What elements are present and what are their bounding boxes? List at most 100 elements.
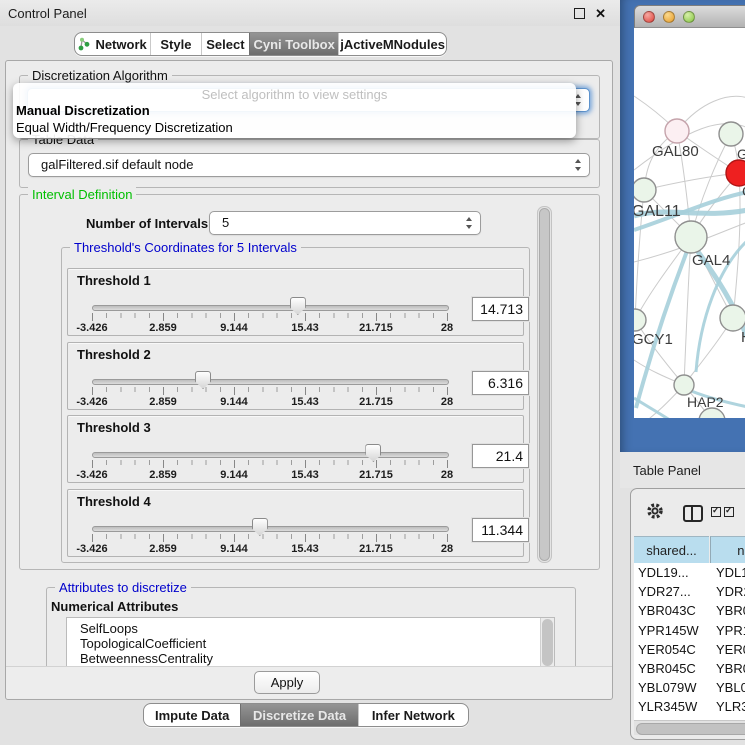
table-cell[interactable]: YPR1 <box>710 621 745 640</box>
table-data-combobox[interactable]: galFiltered.sif default node <box>28 153 590 177</box>
group-title: Threshold's Coordinates for 5 Intervals <box>70 240 301 255</box>
tab-style[interactable]: Style <box>150 33 200 55</box>
tab-cyni-toolbox[interactable]: Cyni Toolbox <box>249 33 338 55</box>
table-cell[interactable]: YPR145W <box>634 621 710 640</box>
dropdown-option-manual[interactable]: Manual Discretization <box>16 103 150 118</box>
combobox-value: galFiltered.sif default node <box>41 157 193 172</box>
network-edge[interactable] <box>644 173 739 190</box>
network-node-label: GAL11 <box>634 203 681 220</box>
table-cell[interactable]: YBR045C <box>634 659 710 678</box>
table-cell[interactable]: YBL0 <box>710 678 745 697</box>
threshold-value-field[interactable]: 14.713 <box>472 297 529 321</box>
horizontal-scrollbar[interactable] <box>634 720 745 735</box>
network-node[interactable] <box>720 305 745 331</box>
list-scrollbar[interactable] <box>540 618 554 667</box>
dropdown-option-equal-width[interactable]: Equal Width/Frequency Discretization <box>16 120 233 135</box>
scrollbar-thumb[interactable] <box>542 619 553 666</box>
network-node[interactable] <box>674 375 694 395</box>
gear-icon[interactable] <box>645 501 665 521</box>
close-icon[interactable]: ✕ <box>595 7 606 20</box>
bottom-tabbar: Impute Data Discretize Data Infer Networ… <box>143 703 469 727</box>
threshold-panel-3: Threshold 3 -3.4262.8599.14415.4321.7152… <box>67 415 524 483</box>
axis-tick <box>376 313 377 321</box>
table-cell[interactable]: YDR27... <box>634 582 710 601</box>
minimize-traffic-light[interactable] <box>663 11 675 23</box>
axis-label: -3.426 <box>76 469 107 481</box>
column-header-name[interactable]: name <box>710 536 745 564</box>
table-cell[interactable]: YDL19... <box>634 563 710 582</box>
table-cell[interactable]: YBR043C <box>634 601 710 620</box>
axis-label: 9.144 <box>220 469 248 481</box>
tab-label: Infer Network <box>372 708 455 723</box>
zoom-traffic-light[interactable] <box>683 11 695 23</box>
list-item[interactable]: SelfLoops <box>67 618 554 636</box>
slider-track[interactable] <box>92 526 449 532</box>
table-cell[interactable]: YLR3 <box>710 697 745 716</box>
table-cell[interactable]: YLR345W <box>634 697 710 716</box>
table-cell[interactable]: YDL1 <box>710 563 745 582</box>
checkbox-icon[interactable] <box>711 507 721 517</box>
interval-scrollbar[interactable] <box>537 206 552 563</box>
threshold-label: Threshold 4 <box>77 494 151 509</box>
tab-infer-network[interactable]: Infer Network <box>358 704 468 726</box>
table-cell[interactable]: YER054C <box>634 640 710 659</box>
slider-track[interactable] <box>92 305 449 311</box>
list-item[interactable]: TopologicalCoefficient <box>67 636 554 651</box>
network-canvas[interactable]: GAL80GALCGAL11GAL4GCY1HHAP2 <box>634 28 745 418</box>
network-node[interactable] <box>719 122 743 146</box>
checkbox-icon[interactable] <box>724 507 734 517</box>
table-cell[interactable]: YBL079W <box>634 678 710 697</box>
axis-tick <box>447 460 448 468</box>
network-node[interactable] <box>634 309 646 331</box>
float-window-icon[interactable] <box>574 8 585 19</box>
network-edge-highlighted[interactable] <box>634 398 676 418</box>
tab-label: jActiveMNodules <box>340 37 445 52</box>
number-of-intervals-combobox[interactable]: 5 <box>209 211 481 235</box>
scrollbar-thumb[interactable] <box>636 723 745 735</box>
column-header-shared[interactable]: shared... <box>634 536 709 564</box>
table-row[interactable]: YPR145WYPR1 <box>634 621 745 640</box>
table-row[interactable]: YDL19...YDL1 <box>634 563 745 582</box>
number-of-intervals-label: Number of Intervals <box>86 216 208 231</box>
list-item[interactable]: BetweennessCentrality <box>67 651 554 666</box>
cyni-toolbox-panel: Discretization Algorithm Select algorith… <box>5 60 613 700</box>
table-row[interactable]: YLR345WYLR3 <box>634 697 745 716</box>
table-row[interactable]: YBR045CYBR0 <box>634 659 745 678</box>
columns-icon[interactable] <box>683 505 703 522</box>
slider-track[interactable] <box>92 379 449 385</box>
network-window-titlebar[interactable] <box>634 5 745 28</box>
slider-track[interactable] <box>92 452 449 458</box>
threshold-value-field[interactable]: 6.316 <box>472 371 529 395</box>
threshold-value-field[interactable]: 21.4 <box>472 444 529 468</box>
table-cell[interactable]: YBR0 <box>710 601 745 620</box>
axis-label: 15.43 <box>291 396 319 408</box>
apply-button[interactable]: Apply <box>254 671 320 694</box>
axis-label: 9.144 <box>220 543 248 555</box>
numerical-attributes-list[interactable]: SelfLoops TopologicalCoefficient Between… <box>66 617 555 668</box>
threshold-value-field[interactable]: 11.344 <box>472 518 529 542</box>
network-view[interactable]: GAL80GALCGAL11GAL4GCY1HHAP2 <box>634 28 745 418</box>
threshold-label: Threshold 3 <box>77 420 151 435</box>
axis-tick <box>163 534 164 542</box>
axis-tick <box>376 387 377 395</box>
tab-select[interactable]: Select <box>201 33 249 55</box>
network-node[interactable] <box>665 119 689 143</box>
tab-discretize-data[interactable]: Discretize Data <box>240 704 357 726</box>
table-cell[interactable]: YBR0 <box>710 659 745 678</box>
axis-tick <box>163 313 164 321</box>
table-row[interactable]: YBL079WYBL0 <box>634 678 745 697</box>
network-node[interactable] <box>634 178 656 202</box>
tab-impute-data[interactable]: Impute Data <box>144 704 240 726</box>
table-row[interactable]: YDR27...YDR2 <box>634 582 745 601</box>
tab-network[interactable]: Network <box>75 33 150 55</box>
table-cell[interactable]: YER0 <box>710 640 745 659</box>
table-row[interactable]: YBR043CYBR0 <box>634 601 745 620</box>
axis-label: 21.715 <box>359 322 393 334</box>
close-traffic-light[interactable] <box>643 11 655 23</box>
network-node[interactable] <box>675 221 707 253</box>
table-row[interactable]: YER054CYER0 <box>634 640 745 659</box>
table-cell[interactable]: YDR2 <box>710 582 745 601</box>
spinner-icon <box>466 217 473 229</box>
tab-jactivemnodules[interactable]: jActiveMNodules <box>338 33 446 55</box>
scrollbar-thumb[interactable] <box>539 208 550 561</box>
